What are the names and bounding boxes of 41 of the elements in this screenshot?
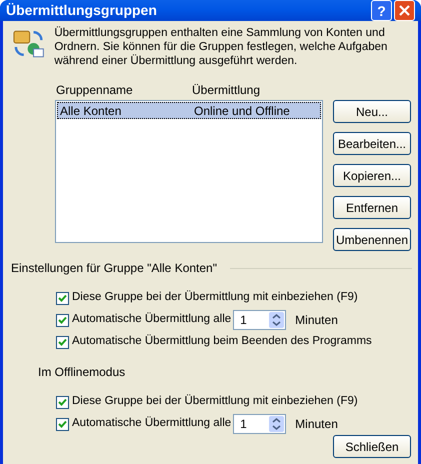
spinner-arrows-icon (269, 416, 284, 432)
checkmark-icon (58, 420, 67, 428)
checkbox-label: Automatische Übermittlung alle (72, 415, 232, 432)
table-cell-text: Online und Offline (194, 102, 290, 120)
spinner-value: 1 (239, 416, 248, 433)
checkbox[interactable] (56, 314, 69, 326)
checkmark-icon (58, 398, 67, 406)
section-title: Einstellungen für Gruppe "Alle Konten" (11, 260, 217, 277)
window-title: Übermittlungsgruppen (6, 1, 158, 20)
action-button[interactable]: Umbenennen (333, 228, 411, 251)
column-header: Gruppenname (55, 82, 134, 97)
checkmark-icon (58, 338, 67, 346)
spinner-value: 1 (239, 312, 248, 329)
close-dialog-button[interactable]: Schließen (333, 435, 411, 458)
table-cell-text: Alle Konten (59, 102, 122, 120)
help-button[interactable]: ? (371, 0, 392, 21)
unit-label: Minuten (295, 312, 338, 329)
number-spinner[interactable]: 1 (233, 310, 286, 330)
checkbox[interactable] (56, 418, 69, 430)
action-button[interactable]: Kopieren... (333, 164, 411, 187)
section-title: Im Offlinemodus (38, 364, 126, 381)
list-row[interactable]: Alle Konten Online und Offline (57, 102, 321, 119)
checkbox[interactable] (56, 336, 69, 348)
checkmark-icon (58, 294, 67, 302)
checkbox[interactable] (56, 396, 69, 408)
action-button[interactable]: Bearbeiten... (333, 132, 411, 155)
spinner-arrows-icon (269, 312, 284, 328)
action-button[interactable]: Neu... (333, 100, 411, 123)
unit-label: Minuten (295, 416, 338, 433)
description-text: Übermittlungsgruppen enthalten eine Sammlung von Konten und Ordnern. Sie können für die Gruppen festlegen, welche Aufgaben während einer Übermittlung ausgeführt werden. (54, 26, 388, 68)
number-spinner[interactable]: 1 (233, 414, 286, 434)
close-icon (399, 5, 410, 16)
checkbox-label: Diese Gruppe bei der Übermittlung mit einbeziehen (F9) (72, 393, 358, 410)
checkmark-icon (58, 316, 67, 324)
checkbox-label: Automatische Übermittlung beim Beenden des Programms (72, 333, 372, 350)
column-header: Übermittlung (192, 82, 260, 97)
checkbox-label: Diese Gruppe bei der Übermittlung mit einbeziehen (F9) (72, 289, 358, 306)
checkbox-label: Automatische Übermittlung alle (72, 311, 232, 328)
checkbox[interactable] (56, 292, 69, 304)
close-button[interactable] (394, 0, 415, 21)
action-button[interactable]: Entfernen (333, 196, 411, 219)
